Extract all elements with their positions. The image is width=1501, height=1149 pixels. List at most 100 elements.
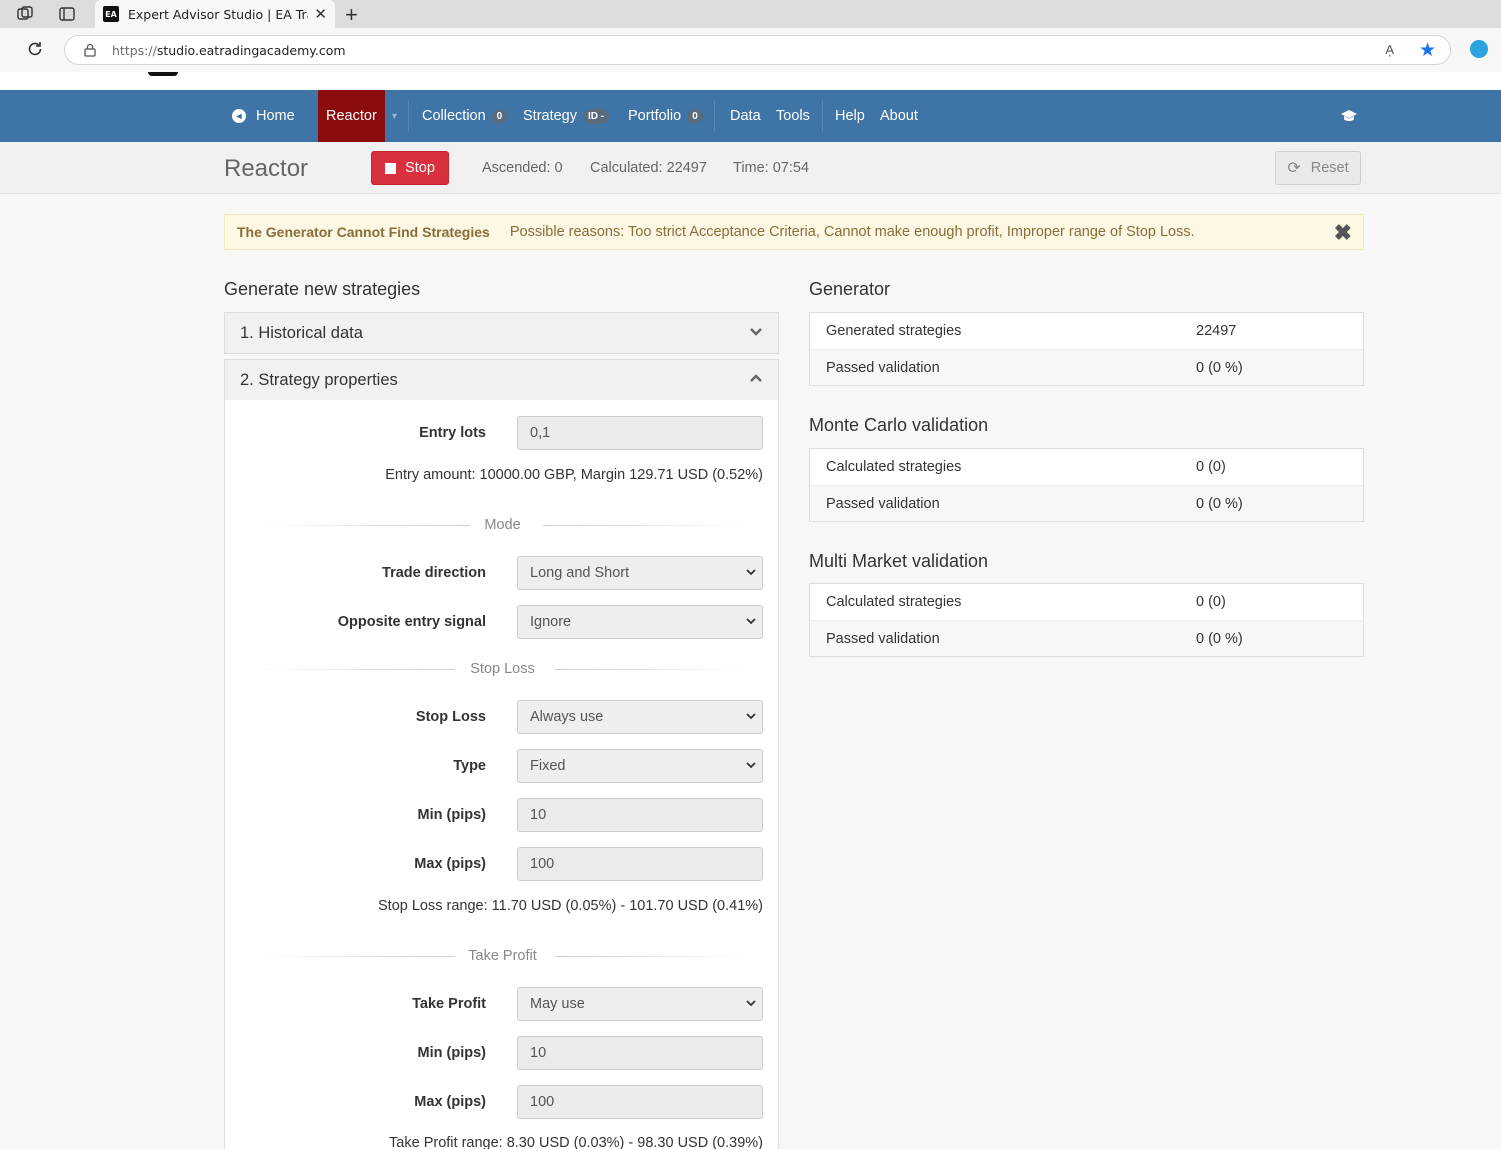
nav-tools[interactable]: Tools — [776, 90, 810, 142]
strategy-id-badge: ID - — [583, 108, 610, 124]
nav-divider — [714, 100, 715, 132]
chevron-down-icon — [746, 762, 756, 769]
lock-icon[interactable] — [83, 43, 97, 57]
strategy-properties-panel: Entry lots 0,1 Entry amount: 10000.00 GB… — [224, 400, 779, 1149]
stop-button[interactable]: Stop — [371, 151, 449, 185]
address-bar-row: https://studio.eatradingacademy.com Aͅ ★ — [0, 28, 1501, 72]
favorite-star-icon[interactable]: ★ — [1419, 39, 1436, 62]
tp-range-info: Take Profit range: 8.30 USD (0.03%) - 98… — [389, 1135, 763, 1149]
sl-max-label: Max (pips) — [414, 856, 486, 872]
nav-collection[interactable]: Collection 0 — [422, 90, 508, 142]
chevron-down-icon — [746, 618, 756, 625]
strategy-properties-panel-header[interactable]: 2. Strategy properties — [224, 359, 779, 401]
sl-type-select[interactable]: Fixed — [517, 749, 763, 783]
tp-max-input[interactable]: 100 — [517, 1085, 763, 1119]
trade-direction-select[interactable]: Long and Short — [517, 556, 763, 590]
ascended-count: Ascended: 0 — [482, 160, 563, 176]
stop-square-icon — [385, 162, 397, 174]
url-text: https://studio.eatradingacademy.com — [112, 43, 346, 58]
table-row: Passed validation 0 (0 %) — [810, 349, 1363, 385]
nav-strategy[interactable]: Strategy ID - — [523, 90, 610, 142]
table-row: Passed validation 0 (0 %) — [810, 485, 1363, 521]
chevron-down-icon — [746, 1000, 756, 1007]
trade-direction-label: Trade direction — [382, 565, 486, 581]
elapsed-time: Time: 07:54 — [733, 160, 810, 176]
generate-heading: Generate new strategies — [224, 279, 421, 299]
tp-min-input[interactable]: 10 — [517, 1036, 763, 1070]
reactor-toolbar: Reactor Stop Ascended: 0 Calculated: 224… — [0, 142, 1501, 194]
nav-about[interactable]: About — [880, 90, 918, 142]
reset-button[interactable]: ⟳ Reset — [1275, 151, 1361, 185]
generator-heading: Generator — [809, 279, 891, 299]
chevron-up-icon — [750, 374, 762, 382]
logo — [148, 72, 178, 76]
table-row: Calculated strategies 0 (0) — [826, 459, 1226, 475]
nav-reactor-dropdown[interactable]: ▾ — [392, 90, 397, 142]
mode-divider: Mode — [255, 515, 750, 535]
refresh-icon: ⟳ — [1287, 160, 1301, 177]
take-profit-label: Take Profit — [412, 996, 486, 1012]
calculated-count: Calculated: 22497 — [590, 160, 707, 176]
tp-max-label: Max (pips) — [414, 1094, 486, 1110]
chevron-down-icon — [746, 713, 756, 720]
sl-max-input[interactable]: 100 — [517, 847, 763, 881]
nav-reactor[interactable]: Reactor — [318, 90, 385, 142]
collection-count-badge: 0 — [491, 108, 508, 124]
nav-home[interactable]: ◂ Home — [232, 90, 295, 142]
multi-market-heading: Multi Market validation — [809, 551, 989, 571]
new-tab-icon[interactable]: + — [345, 2, 358, 28]
read-aloud-icon[interactable]: Aͅ — [1385, 42, 1394, 57]
alert-text: Possible reasons: Too strict Acceptance … — [509, 224, 1195, 240]
opposite-entry-select[interactable]: Ignore — [517, 605, 763, 639]
close-tab-icon[interactable]: ✕ — [314, 5, 327, 23]
entry-lots-input[interactable]: 0,1 — [517, 416, 763, 450]
multi-market-stats-table: Calculated strategies 0 (0) Passed valid… — [809, 583, 1364, 657]
stop-loss-select[interactable]: Always use — [517, 700, 763, 734]
warning-alert: The Generator Cannot Find Strategies Pos… — [224, 214, 1364, 250]
table-row: Generated strategies 22497 — [826, 323, 1237, 339]
page-title: Reactor — [224, 155, 309, 182]
monte-carlo-heading: Monte Carlo validation — [809, 415, 989, 435]
graduation-cap-icon — [1341, 110, 1357, 121]
sl-range-info: Stop Loss range: 11.70 USD (0.05%) - 101… — [378, 898, 763, 914]
url-field[interactable]: https://studio.eatradingacademy.com Aͅ ★ — [64, 35, 1451, 65]
take-profit-select[interactable]: May use — [517, 987, 763, 1021]
take-profit-divider: Take Profit — [255, 946, 750, 966]
generator-stats-table: Generated strategies 22497 Passed valida… — [809, 312, 1364, 386]
browser-tab[interactable]: EA Expert Advisor Studio | EA Trading Ac… — [95, 0, 335, 28]
nav-help[interactable]: Help — [835, 90, 865, 142]
tab-title: Expert Advisor Studio | EA Trading Acade… — [128, 6, 308, 22]
table-row: Calculated strategies 0 (0) — [826, 594, 1226, 610]
close-icon[interactable]: ✖ — [1334, 220, 1352, 246]
browser-tab-bar: EA Expert Advisor Studio | EA Trading Ac… — [0, 0, 1501, 28]
chevron-down-icon — [746, 569, 756, 576]
nav-divider — [408, 100, 409, 132]
tab-actions-icon[interactable] — [58, 5, 76, 23]
reload-icon[interactable] — [25, 39, 45, 59]
stop-loss-divider: Stop Loss — [255, 659, 750, 679]
back-circle-icon: ◂ — [232, 109, 246, 123]
favicon-icon: EA — [103, 6, 119, 22]
stop-loss-label: Stop Loss — [415, 709, 486, 725]
alert-title: The Generator Cannot Find Strategies — [237, 224, 490, 240]
historical-data-panel-header[interactable]: 1. Historical data — [224, 312, 779, 354]
sl-min-label: Min (pips) — [417, 807, 486, 823]
chevron-down-icon — [750, 328, 762, 336]
page-header-strip — [0, 72, 1501, 90]
nav-data[interactable]: Data — [730, 90, 761, 142]
entry-lots-label: Entry lots — [419, 425, 486, 441]
nav-divider — [822, 100, 823, 132]
academy-link[interactable] — [1340, 90, 1358, 142]
entry-amount-info: Entry amount: 10000.00 GBP, Margin 129.7… — [385, 467, 763, 483]
main-navbar: ◂ Home Reactor ▾ Collection 0 Strategy I… — [0, 90, 1501, 142]
extension-icon[interactable] — [1470, 40, 1488, 58]
opposite-entry-label: Opposite entry signal — [337, 614, 486, 630]
tp-min-label: Min (pips) — [417, 1045, 486, 1061]
nav-portfolio[interactable]: Portfolio 0 — [628, 90, 703, 142]
monte-carlo-stats-table: Calculated strategies 0 (0) Passed valid… — [809, 448, 1364, 522]
workspaces-icon[interactable] — [16, 5, 34, 23]
sl-min-input[interactable]: 10 — [517, 798, 763, 832]
portfolio-count-badge: 0 — [687, 108, 703, 124]
table-row: Passed validation 0 (0 %) — [810, 620, 1363, 656]
caret-down-icon: ▾ — [392, 110, 398, 122]
